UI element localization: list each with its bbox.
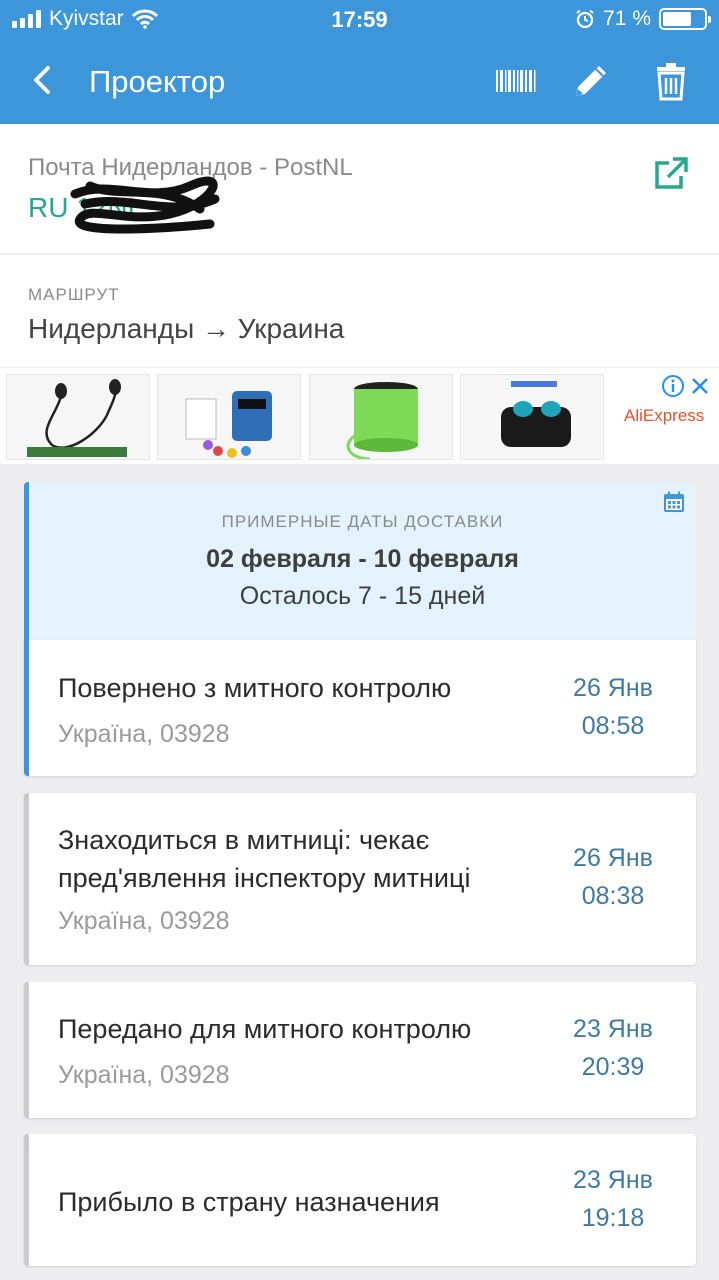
close-icon[interactable]: [690, 376, 710, 396]
info-icon[interactable]: [661, 374, 685, 398]
trash-icon: [657, 63, 685, 101]
event-date: 23 Янв: [573, 1166, 653, 1194]
barcode-button[interactable]: [492, 58, 538, 104]
event-date: 23 Янв: [573, 1015, 653, 1043]
ad-product-headphones[interactable]: [6, 374, 150, 460]
calendar-icon[interactable]: [662, 490, 686, 514]
nav-bar: Проектор: [0, 44, 719, 120]
ad-banner[interactable]: AliExpress: [0, 368, 719, 464]
event-location: Україна, 03928: [58, 1061, 230, 1089]
app-header: Kyivstar 17:59 71 % Проектор: [0, 0, 719, 124]
event-title: Передано для митного контролю: [58, 1014, 472, 1044]
event-date: 26 Янв: [573, 674, 653, 702]
ad-product-cord[interactable]: [309, 374, 453, 460]
status-bar: Kyivstar 17:59 71 %: [0, 0, 719, 40]
route-label: МАРШРУТ: [28, 285, 120, 304]
battery-icon: [659, 8, 711, 30]
event-title: Прибыло в страну назначения: [58, 1187, 440, 1217]
event-location: Україна, 03928: [58, 907, 230, 935]
delete-button[interactable]: [648, 58, 694, 104]
tracking-event[interactable]: Повернено з митного контролю Україна, 03…: [24, 640, 696, 776]
event-title: Знаходиться в митниці: чекає пред'явленн…: [58, 825, 471, 893]
event-time: 08:38: [581, 882, 645, 910]
pencil-icon: [576, 66, 606, 96]
event-time: 19:18: [581, 1204, 645, 1232]
alarm-icon: [576, 9, 594, 29]
ad-product-earbuds[interactable]: [460, 374, 604, 460]
event-time: 08:58: [581, 712, 645, 740]
delivery-estimate: ПРИМЕРНЫЕ ДАТЫ ДОСТАВКИ 02 февраля - 10 …: [24, 482, 696, 640]
tracking-event[interactable]: Передано для митного контролю Україна, 0…: [24, 982, 696, 1118]
battery-percent: 71 %: [603, 7, 651, 30]
delivery-dates: 02 февраля - 10 февраля: [206, 545, 519, 573]
redaction-scribble: [70, 176, 220, 234]
carrier-card: Почта Нидерландов - PostNL RU 12NL: [0, 124, 719, 253]
event-location: Україна, 03928: [58, 720, 230, 748]
barcode-icon: [496, 70, 536, 92]
chevron-left-icon: [34, 66, 50, 94]
delivery-remaining: Осталось 7 - 15 дней: [239, 582, 486, 610]
open-external-button[interactable]: [651, 154, 691, 194]
external-link-icon: [655, 157, 688, 189]
delivery-label: ПРИМЕРНЫЕ ДАТЫ ДОСТАВКИ: [221, 512, 504, 531]
route-card: МАРШРУТ Нидерланды → Украина: [0, 255, 719, 367]
tracking-event[interactable]: Прибыло в страну назначения 23 Янв 19:18: [24, 1134, 696, 1266]
edit-button[interactable]: [568, 58, 614, 104]
back-button[interactable]: [22, 58, 66, 102]
ad-product-rfid[interactable]: [157, 374, 301, 460]
event-time: 20:39: [581, 1053, 645, 1081]
event-date: 26 Янв: [573, 844, 653, 872]
page-title: Проектор: [89, 64, 226, 99]
ad-brand: AliExpress: [624, 406, 705, 425]
tracking-event[interactable]: Знаходиться в митниці: чекає пред'явленн…: [24, 793, 696, 965]
route-value: Нидерланды → Украина: [28, 313, 345, 344]
event-title: Повернено з митного контролю: [58, 673, 452, 703]
